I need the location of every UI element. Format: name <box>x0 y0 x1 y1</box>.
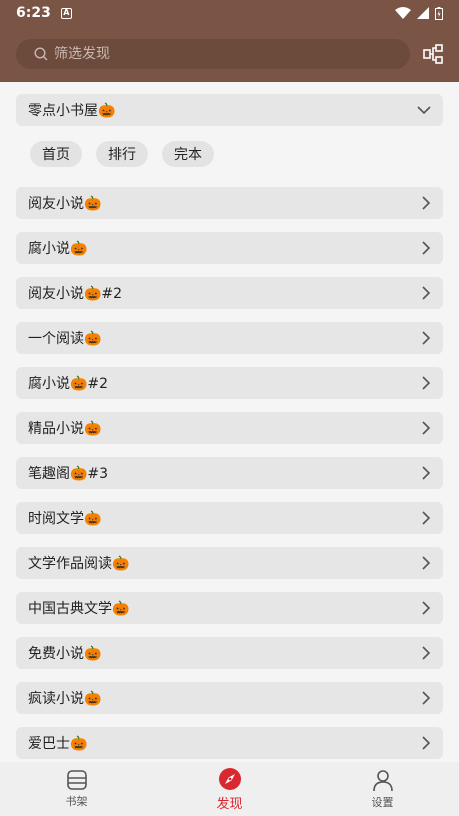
list-item[interactable]: 免费小说🎃 <box>16 637 443 669</box>
compass-icon <box>218 767 241 790</box>
wifi-icon <box>395 7 411 19</box>
list-item[interactable]: 精品小说🎃 <box>16 412 443 444</box>
nav-discover-label: 发现 <box>216 796 243 812</box>
battery-icon <box>435 6 443 20</box>
source-group-header[interactable]: 零点小书屋🎃 <box>16 94 443 126</box>
item-label: 腐小说🎃#2 <box>28 376 109 392</box>
signal-icon <box>417 7 429 19</box>
item-label: 阅友小说🎃 <box>28 196 102 212</box>
list-item[interactable]: 疯读小说🎃 <box>16 682 443 714</box>
chevron-right-icon <box>421 556 431 570</box>
nav-settings[interactable]: 设置 <box>306 762 459 816</box>
group-tree-button[interactable] <box>421 42 445 66</box>
item-label: 时阅文学🎃 <box>28 511 102 527</box>
list-item[interactable]: 腐小说🎃 <box>16 232 443 264</box>
chevron-right-icon <box>421 601 431 615</box>
item-label: 一个阅读🎃 <box>28 331 102 347</box>
chip-home[interactable]: 首页 <box>30 141 82 167</box>
chevron-right-icon <box>421 196 431 210</box>
app-bar <box>0 26 459 82</box>
list-item[interactable]: 中国古典文学🎃 <box>16 592 443 624</box>
chevron-down-icon <box>417 105 431 115</box>
bookshelf-icon <box>66 770 87 790</box>
nav-bookshelf-label: 书架 <box>65 795 88 808</box>
group-title: 零点小书屋🎃 <box>28 103 116 119</box>
status-bar: 6:23 A <box>0 0 459 26</box>
chevron-right-icon <box>421 286 431 300</box>
item-label: 阅友小说🎃#2 <box>28 286 123 302</box>
chevron-right-icon <box>421 241 431 255</box>
list-item[interactable]: 一个阅读🎃 <box>16 322 443 354</box>
tree-structure-icon <box>423 44 443 64</box>
list-item[interactable]: 爱巴士🎃 <box>16 727 443 759</box>
chevron-right-icon <box>421 736 431 750</box>
chevron-right-icon <box>421 376 431 390</box>
source-list: 阅友小说🎃 腐小说🎃 阅友小说🎃#2 一个阅读🎃 腐小说🎃#2 精品小说🎃 笔趣… <box>16 187 443 762</box>
item-label: 腐小说🎃 <box>28 241 88 257</box>
chevron-right-icon <box>421 646 431 660</box>
nav-bookshelf[interactable]: 书架 <box>0 762 153 816</box>
status-right <box>395 6 443 20</box>
search-icon <box>34 47 48 61</box>
item-label: 爱巴士🎃 <box>28 736 88 752</box>
bottom-nav: 书架 发现 设置 <box>0 762 459 816</box>
nav-discover[interactable]: 发现 <box>153 762 306 816</box>
list-item[interactable]: 笔趣阁🎃#3 <box>16 457 443 489</box>
status-time: 6:23 <box>16 5 51 21</box>
search-input[interactable] <box>54 46 384 62</box>
item-label: 文学作品阅读🎃 <box>28 556 130 572</box>
nav-settings-label: 设置 <box>371 796 394 809</box>
chip-ranking[interactable]: 排行 <box>96 141 148 167</box>
item-label: 精品小说🎃 <box>28 421 102 437</box>
chevron-right-icon <box>421 466 431 480</box>
list-item[interactable]: 时阅文学🎃 <box>16 502 443 534</box>
list-item[interactable]: 阅友小说🎃 <box>16 187 443 219</box>
group-chips: 首页 排行 完本 <box>30 141 214 167</box>
chip-completed[interactable]: 完本 <box>162 141 214 167</box>
list-item[interactable]: 文学作品阅读🎃 <box>16 547 443 579</box>
item-label: 笔趣阁🎃#3 <box>28 466 109 482</box>
chevron-right-icon <box>421 331 431 345</box>
search-box[interactable] <box>16 39 410 69</box>
list-item[interactable]: 阅友小说🎃#2 <box>16 277 443 309</box>
item-label: 疯读小说🎃 <box>28 691 102 707</box>
notification-icon: A <box>60 7 72 19</box>
chevron-right-icon <box>421 421 431 435</box>
discover-content: 零点小书屋🎃 首页 排行 完本 阅友小说🎃 腐小说🎃 阅友小说🎃#2 一个阅读🎃… <box>0 82 459 762</box>
chevron-right-icon <box>421 691 431 705</box>
chevron-right-icon <box>421 511 431 525</box>
item-label: 中国古典文学🎃 <box>28 601 130 617</box>
list-item[interactable]: 腐小说🎃#2 <box>16 367 443 399</box>
item-label: 免费小说🎃 <box>28 646 102 662</box>
person-icon <box>372 770 393 792</box>
